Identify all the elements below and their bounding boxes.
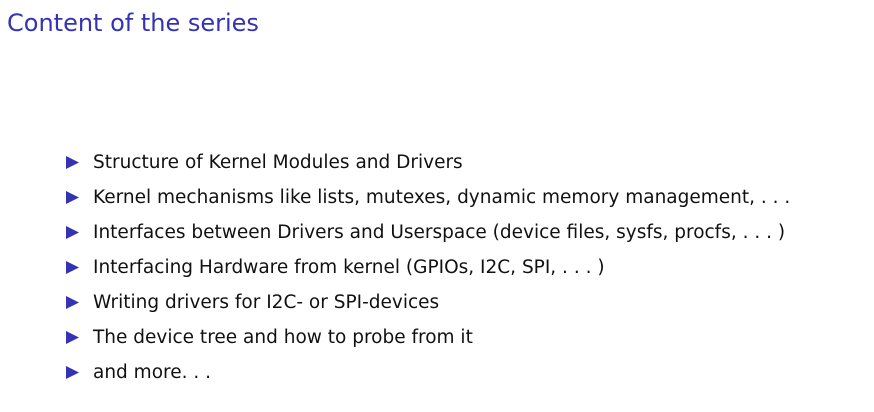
- list-item: Kernel mechanisms like lists, mutexes, d…: [66, 180, 790, 215]
- triangle-right-icon: [66, 226, 79, 239]
- list-item: Writing drivers for I2C- or SPI-devices: [66, 285, 790, 320]
- bullet-text: Writing drivers for I2C- or SPI-devices: [93, 291, 440, 313]
- list-item: Structure of Kernel Modules and Drivers: [66, 145, 790, 180]
- list-item: The device tree and how to probe from it: [66, 320, 790, 355]
- slide: Content of the series Structure of Kerne…: [0, 0, 874, 412]
- bullet-text: and more. . .: [93, 361, 212, 383]
- bullet-text: The device tree and how to probe from it: [93, 326, 473, 348]
- bullet-text: Structure of Kernel Modules and Drivers: [93, 151, 463, 173]
- list-item: Interfaces between Drivers and Userspace…: [66, 215, 790, 250]
- triangle-right-icon: [66, 331, 79, 344]
- triangle-right-icon: [66, 261, 79, 274]
- slide-title: Content of the series: [7, 9, 259, 37]
- triangle-right-icon: [66, 366, 79, 379]
- triangle-right-icon: [66, 296, 79, 309]
- bullet-text: Interfaces between Drivers and Userspace…: [93, 221, 786, 243]
- triangle-right-icon: [66, 156, 79, 169]
- bullet-text: Kernel mechanisms like lists, mutexes, d…: [93, 186, 791, 208]
- list-item: Interfacing Hardware from kernel (GPIOs,…: [66, 250, 790, 285]
- list-item: and more. . .: [66, 355, 790, 390]
- bullet-text: Interfacing Hardware from kernel (GPIOs,…: [93, 256, 605, 278]
- bullet-list: Structure of Kernel Modules and Drivers …: [66, 145, 790, 390]
- triangle-right-icon: [66, 191, 79, 204]
